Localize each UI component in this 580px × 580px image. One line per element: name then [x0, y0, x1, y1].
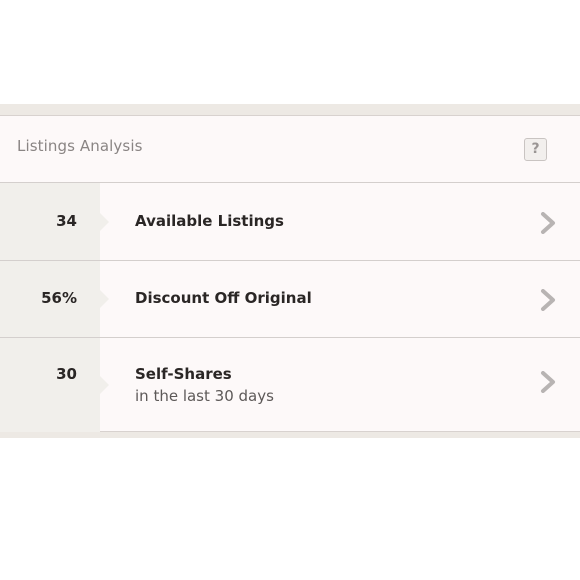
- self-shares-sublabel: in the last 30 days: [135, 387, 274, 405]
- discount-off-original-row[interactable]: 56% Discount Off Original: [0, 261, 580, 338]
- chevron-right-icon: [541, 212, 555, 234]
- value-cell: 56%: [0, 261, 109, 337]
- value-cell: 30: [0, 338, 109, 432]
- available-listings-value: 34: [56, 212, 77, 230]
- value-cell: 34: [0, 183, 109, 260]
- discount-off-original-label: Discount Off Original: [135, 289, 312, 307]
- listings-analysis-panel: Listings Analysis ? 34 Available Listing…: [0, 104, 580, 438]
- discount-off-original-value: 56%: [41, 289, 77, 307]
- self-shares-row[interactable]: 30 Self-Shares in the last 30 days: [0, 338, 580, 432]
- chevron-right-icon: [541, 289, 555, 311]
- available-listings-row[interactable]: 34 Available Listings: [0, 183, 580, 261]
- panel-title: Listings Analysis: [17, 137, 143, 155]
- help-icon[interactable]: ?: [524, 138, 547, 161]
- chevron-right-icon: [541, 371, 555, 393]
- panel-header: Listings Analysis ?: [0, 116, 580, 183]
- listings-analysis-card: Listings Analysis ? 34 Available Listing…: [0, 115, 580, 432]
- self-shares-value: 30: [56, 365, 77, 383]
- self-shares-label: Self-Shares: [135, 365, 232, 383]
- available-listings-label: Available Listings: [135, 212, 284, 230]
